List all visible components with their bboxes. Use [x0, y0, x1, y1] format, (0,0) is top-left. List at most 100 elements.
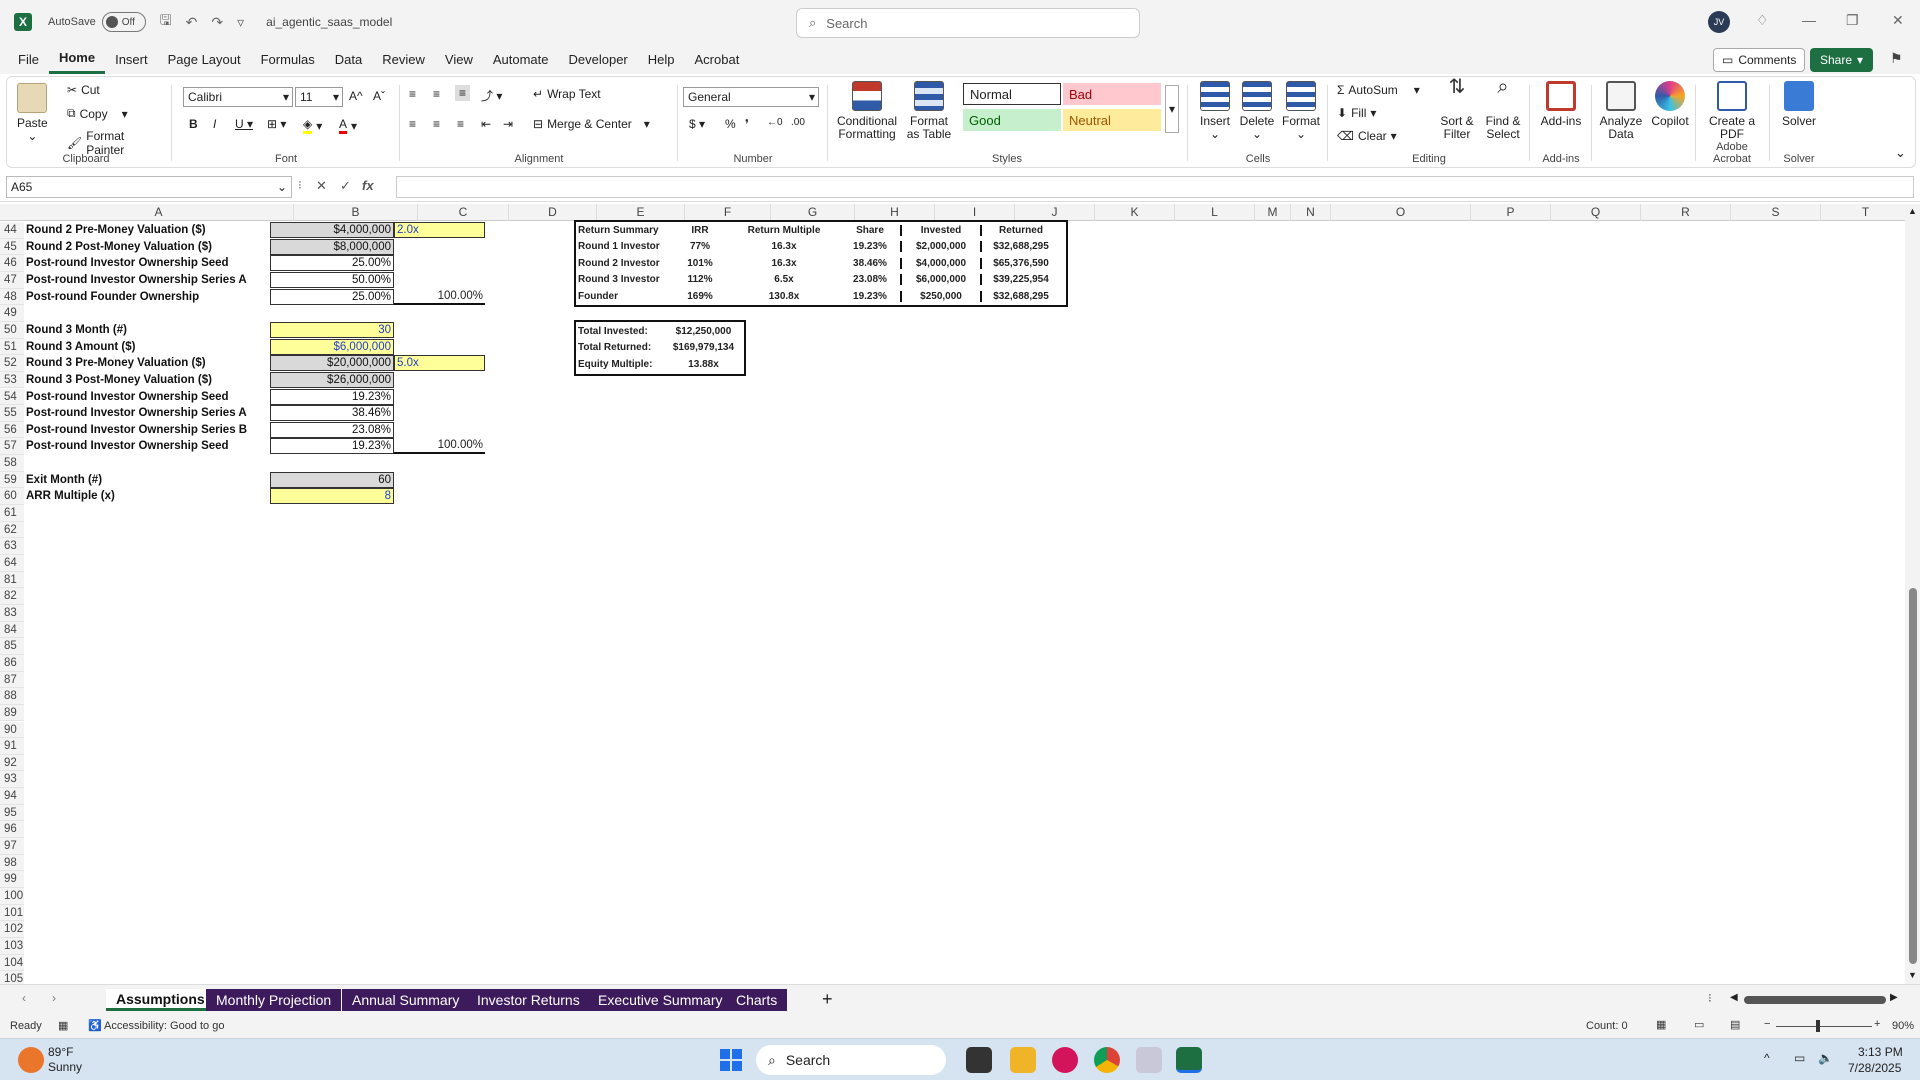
return-summary-cell[interactable]: $39,225,954	[980, 274, 1060, 286]
volume-icon[interactable]: 🔈	[1818, 1051, 1833, 1065]
cell-value[interactable]: 25.00%	[270, 288, 394, 305]
cell-value[interactable]: 19.23%	[270, 438, 394, 455]
insert-function-icon[interactable]: fx	[362, 178, 374, 193]
tray-chevron-icon[interactable]: ^	[1764, 1051, 1770, 1065]
redo-icon[interactable]: ↷	[211, 14, 223, 31]
tab-file[interactable]: File	[8, 44, 49, 74]
merge-center-button[interactable]: ⊟ Merge & Center ▾	[533, 117, 650, 131]
return-summary-cell[interactable]: $32,688,295	[980, 241, 1060, 253]
zoom-slider[interactable]	[1776, 1026, 1872, 1027]
row-header[interactable]: 84	[0, 621, 24, 639]
cell-value[interactable]: 50.00%	[270, 271, 394, 288]
clear-button[interactable]: ⌫ Clear ▾	[1337, 129, 1397, 143]
row-header[interactable]: 64	[0, 555, 24, 572]
cell-label[interactable]: Post-round Founder Ownership	[26, 289, 199, 305]
row-header[interactable]: 101	[0, 904, 24, 922]
row-header[interactable]: 85	[0, 638, 24, 655]
column-header-e[interactable]: E	[597, 204, 685, 221]
row-header[interactable]: 62	[0, 521, 24, 539]
column-header-o[interactable]: O	[1331, 204, 1471, 221]
tab-page-layout[interactable]: Page Layout	[158, 44, 251, 74]
feedback-icon[interactable]: ⚑	[1890, 50, 1903, 67]
return-summary-cell[interactable]: $250,000	[900, 290, 980, 302]
decrease-indent-icon[interactable]: ⇤	[481, 117, 491, 131]
row-header[interactable]: 54	[0, 388, 24, 406]
cell-check[interactable]: 2.0x	[394, 222, 485, 238]
sheet-tab-assumptions[interactable]: Assumptions	[106, 989, 215, 1011]
align-center-icon[interactable]: ≡	[433, 117, 440, 131]
sheet-tab-annual-summary[interactable]: Annual Summary	[342, 989, 470, 1011]
wrap-text-button[interactable]: ↵ Wrap Text	[533, 87, 601, 101]
align-bottom-icon[interactable]: ≡	[455, 85, 471, 101]
macro-icon[interactable]: ▦	[58, 1019, 68, 1032]
scroll-left-icon[interactable]: ◀	[1730, 992, 1738, 1003]
column-header-f[interactable]: F	[685, 204, 771, 221]
return-summary-header-cell[interactable]: Return Multiple	[728, 225, 840, 236]
cancel-icon[interactable]: ✕	[316, 178, 327, 194]
return-summary-cell[interactable]: $32,688,295	[980, 290, 1060, 302]
solver-button[interactable]: Solver	[1777, 81, 1821, 128]
comments-button[interactable]: ▭ Comments	[1713, 48, 1806, 72]
row-header[interactable]: 56	[0, 421, 24, 439]
font-name-select[interactable]: Calibri ▾	[183, 87, 293, 107]
return-summary-cell[interactable]: $4,000,000	[900, 257, 980, 269]
style-neutral[interactable]: Neutral	[1063, 109, 1161, 131]
weather-condition[interactable]: Sunny	[48, 1060, 82, 1074]
column-header-q[interactable]: Q	[1551, 204, 1641, 221]
close-icon[interactable]: ✕	[1892, 12, 1904, 29]
column-header-t[interactable]: T	[1821, 204, 1911, 221]
row-header[interactable]: 89	[0, 704, 24, 722]
cell-check[interactable]: 100.00%	[394, 289, 485, 305]
column-header-j[interactable]: J	[1015, 204, 1095, 221]
prev-sheet-icon[interactable]: ‹	[22, 991, 26, 1005]
snipping-tool-icon[interactable]	[1136, 1047, 1162, 1073]
return-summary-cell[interactable]: 112%	[672, 274, 728, 285]
cell-label[interactable]: Post-round Investor Ownership Seed	[26, 438, 229, 454]
paste-button[interactable]: Paste ⌄	[17, 83, 48, 143]
normal-view-icon[interactable]: ▦	[1656, 1018, 1666, 1031]
cell-label[interactable]: Round 3 Amount ($)	[26, 339, 135, 355]
tab-acrobat[interactable]: Acrobat	[685, 44, 750, 74]
excel-taskbar-icon[interactable]	[1176, 1047, 1202, 1073]
totals-value[interactable]: $169,979,134	[665, 342, 742, 353]
sheet-tab-charts[interactable]: Charts	[726, 989, 788, 1011]
column-header-l[interactable]: L	[1175, 204, 1255, 221]
row-header[interactable]: 105	[0, 971, 24, 984]
cell-value[interactable]: 38.46%	[270, 405, 394, 422]
cell-label[interactable]: Round 2 Pre-Money Valuation ($)	[26, 222, 206, 238]
enter-icon[interactable]: ✓	[340, 178, 351, 194]
align-middle-icon[interactable]: ≡	[433, 87, 440, 101]
share-button[interactable]: Share ▾	[1810, 48, 1874, 72]
return-summary-cell[interactable]: $65,376,590	[980, 257, 1060, 269]
styles-more-icon[interactable]: ▾	[1165, 85, 1179, 133]
column-header-r[interactable]: R	[1641, 204, 1731, 221]
column-header-s[interactable]: S	[1731, 204, 1821, 221]
page-break-view-icon[interactable]: ▤	[1730, 1018, 1740, 1031]
autosave-toggle[interactable]: Off	[101, 12, 146, 32]
row-header[interactable]: 87	[0, 671, 24, 689]
tab-view[interactable]: View	[435, 44, 483, 74]
format-as-table-button[interactable]: Format as Table	[903, 81, 955, 141]
borders-icon[interactable]: ⊞ ▾	[267, 117, 286, 131]
cell-label[interactable]: Post-round Investor Ownership Series A	[26, 405, 247, 421]
return-summary-cell[interactable]: Round 1 Investor	[576, 241, 672, 252]
file-explorer-icon[interactable]	[1010, 1047, 1036, 1073]
increase-indent-icon[interactable]: ⇥	[503, 117, 513, 131]
row-header[interactable]: 102	[0, 921, 24, 938]
zoom-in-icon[interactable]: +	[1874, 1018, 1880, 1030]
cell-value[interactable]: 30	[270, 321, 394, 338]
align-left-icon[interactable]: ≡	[409, 117, 416, 131]
cell-label[interactable]: Round 3 Pre-Money Valuation ($)	[26, 355, 206, 371]
copy-button[interactable]: ⧉ Copy ▾	[67, 106, 128, 121]
row-header[interactable]: 53	[0, 371, 24, 389]
cell-value[interactable]: $26,000,000	[270, 371, 394, 388]
weather-icon[interactable]	[18, 1047, 44, 1073]
zoom-slider-thumb[interactable]	[1816, 1020, 1820, 1032]
fill-button[interactable]: ⬇ Fill ▾	[1337, 106, 1376, 120]
row-header[interactable]: 81	[0, 571, 24, 589]
worksheet-grid[interactable]: ABCDEFGHIJKLMNOPQRST 44 Round 2 Pre-Money…	[0, 204, 1920, 984]
row-header[interactable]: 57	[0, 438, 24, 456]
tab-home[interactable]: Home	[48, 44, 106, 74]
analyze-data-button[interactable]: Analyze Data	[1595, 81, 1647, 141]
return-summary-cell[interactable]: 19.23%	[840, 241, 900, 252]
